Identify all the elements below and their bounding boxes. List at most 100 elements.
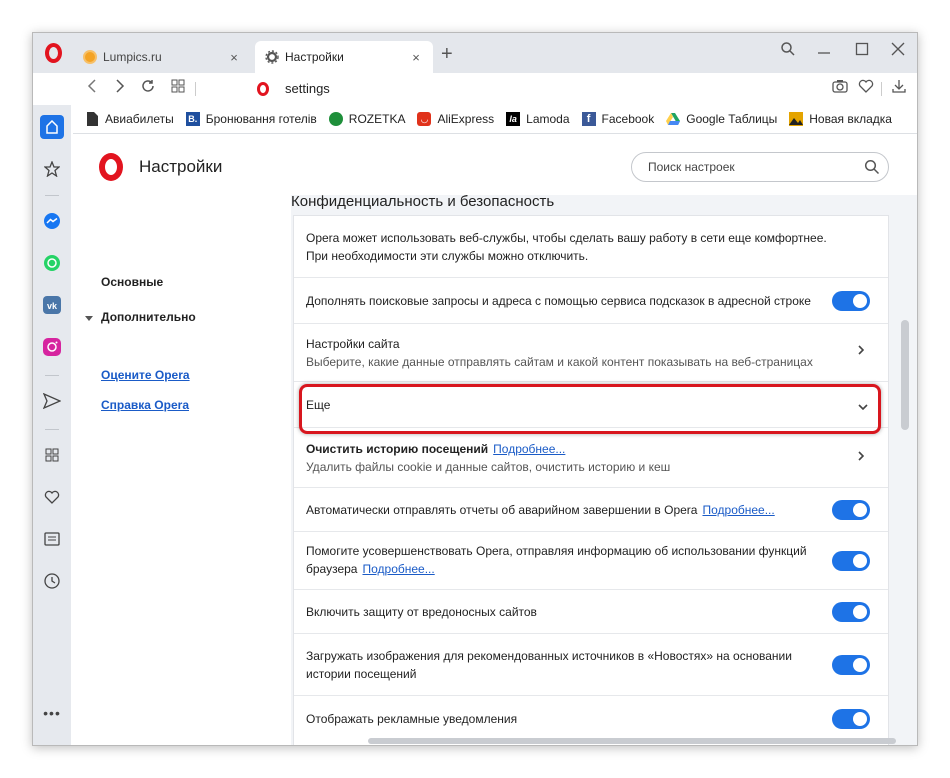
crash-reports-row[interactable]: Автоматически отправлять отчеты об авари… <box>294 488 888 532</box>
opera-menu-button[interactable] <box>39 39 67 67</box>
ads-row[interactable]: Отображать рекламные уведомления <box>294 696 888 742</box>
tab-close-icon[interactable]: × <box>227 50 241 65</box>
bookmark-aviabilety[interactable]: Авиабилеты <box>85 112 174 126</box>
sidebar-send-button[interactable] <box>40 389 64 413</box>
forward-button[interactable] <box>109 79 131 99</box>
chevron-right-icon <box>116 79 125 93</box>
tab-lumpics[interactable]: Lumpics.ru × <box>73 41 251 73</box>
bookmark-label: Lamoda <box>526 112 570 126</box>
bookmark-label: Google Таблицы <box>686 112 778 126</box>
tab-settings[interactable]: Настройки × <box>255 41 433 73</box>
minimize-icon <box>818 52 830 54</box>
back-button[interactable] <box>81 79 103 99</box>
news-icon <box>44 532 60 546</box>
nav-basic[interactable]: Основные <box>101 275 163 289</box>
suggest-row[interactable]: Дополнять поисковые запросы и адреса с п… <box>294 278 888 324</box>
sidebar-vk-button[interactable]: vk <box>40 293 64 317</box>
sidebar-divider <box>45 429 59 430</box>
bookmark-heart-button[interactable] <box>855 79 877 99</box>
rate-opera-link[interactable]: Оцените Opera <box>101 368 190 382</box>
intro-text: Opera может использовать веб-службы, что… <box>306 231 827 263</box>
close-icon <box>891 42 905 56</box>
news-images-toggle[interactable] <box>832 655 870 675</box>
sidebar-history-button[interactable] <box>40 569 64 593</box>
suggest-toggle[interactable] <box>832 291 870 311</box>
section-title: Конфиденциальность и безопасность <box>291 195 555 210</box>
speed-dial-button[interactable] <box>167 79 189 99</box>
page-title: Настройки <box>139 157 223 176</box>
ads-toggle[interactable] <box>832 709 870 729</box>
bookmark-google-sheets[interactable]: Google Таблицы <box>666 112 777 126</box>
heart-icon <box>44 490 60 504</box>
sidebar-messenger-button[interactable] <box>40 209 64 233</box>
malware-toggle[interactable] <box>832 602 870 622</box>
bookmark-aliexpress[interactable]: ◡ AliExpress <box>417 112 494 126</box>
sidebar-whatsapp-button[interactable] <box>40 251 64 275</box>
improve-opera-text: Помогите усовершенствовать Opera, отправ… <box>306 542 818 578</box>
bookmark-label: Facebook <box>601 112 655 126</box>
vertical-scrollbar[interactable] <box>901 320 909 430</box>
sidebar-bookmarks-button[interactable] <box>40 157 64 181</box>
download-icon <box>892 80 906 93</box>
news-images-row[interactable]: Загружать изображения для рекомендованны… <box>294 634 888 696</box>
tab-close-icon[interactable]: × <box>409 50 423 65</box>
downloads-button[interactable] <box>888 79 910 99</box>
crash-reports-toggle[interactable] <box>832 500 870 520</box>
maximize-button[interactable] <box>849 41 875 62</box>
bookmark-lamoda[interactable]: la Lamoda <box>506 112 570 126</box>
opera-logo-icon <box>99 153 123 181</box>
horizontal-scrollbar[interactable] <box>368 738 896 744</box>
bookmark-facebook[interactable]: f Facebook <box>581 112 655 126</box>
close-window-button[interactable] <box>885 41 911 62</box>
search-icon <box>781 42 795 56</box>
tab-title: Lumpics.ru <box>103 50 162 64</box>
vk-icon: vk <box>43 296 61 314</box>
sidebar-favorites-button[interactable] <box>40 485 64 509</box>
improve-opera-row[interactable]: Помогите усовершенствовать Opera, отправ… <box>294 532 888 590</box>
sidebar-more-icon[interactable]: ••• <box>40 701 64 725</box>
google-drive-icon <box>666 112 681 126</box>
help-opera-link[interactable]: Справка Opera <box>101 398 189 412</box>
sidebar-news-button[interactable] <box>40 527 64 551</box>
new-tab-image-icon <box>789 112 804 126</box>
divider <box>195 82 196 96</box>
nav-advanced[interactable]: Дополнительно <box>101 310 196 324</box>
site-settings-row[interactable]: Настройки сайта Выберите, какие данные о… <box>294 324 888 382</box>
clear-history-more-link[interactable]: Подробнее... <box>493 442 565 456</box>
reload-icon <box>142 80 154 92</box>
bookmark-booking[interactable]: B. Бронювання готелів <box>185 112 317 126</box>
privacy-card: Opera может использовать веб-службы, что… <box>293 215 889 745</box>
ads-label: Отображать рекламные уведомления <box>306 712 518 726</box>
site-settings-title: Настройки сайта <box>306 337 400 351</box>
minimize-button[interactable] <box>811 41 837 62</box>
messenger-icon <box>44 213 60 229</box>
lumpics-favicon-icon <box>83 50 97 64</box>
crash-reports-text: Автоматически отправлять отчеты об авари… <box>306 501 818 519</box>
search-icon <box>864 159 880 178</box>
rozetka-icon <box>328 112 343 126</box>
bookmark-new-tab[interactable]: Новая вкладка <box>789 112 892 126</box>
new-tab-button[interactable]: + <box>441 44 453 64</box>
clear-history-text: Очистить историю посещений Подробнее... У… <box>306 440 818 476</box>
document-icon <box>85 112 99 126</box>
settings-content: Конфиденциальность и безопасность Opera … <box>291 195 917 745</box>
bookmark-rozetka[interactable]: ROZETKA <box>328 112 405 126</box>
improve-opera-toggle[interactable] <box>832 551 870 571</box>
crash-reports-more-link[interactable]: Подробнее... <box>702 503 774 517</box>
booking-icon: B. <box>185 112 200 126</box>
sidebar-speed-dial-button[interactable] <box>40 443 64 467</box>
search-placeholder: Поиск настроек <box>648 160 735 174</box>
snapshot-button[interactable] <box>829 79 851 99</box>
easy-setup-button[interactable] <box>913 79 917 99</box>
news-images-label: Загружать изображения для рекомендованны… <box>306 649 792 681</box>
clock-icon <box>44 573 60 589</box>
tab-search-button[interactable] <box>775 41 801 62</box>
url-field[interactable]: settings <box>285 81 330 96</box>
improve-opera-more-link[interactable]: Подробнее... <box>362 562 434 576</box>
sidebar-home-button[interactable] <box>40 115 64 139</box>
settings-search-input[interactable]: Поиск настроек <box>631 152 889 182</box>
reload-button[interactable] <box>137 79 159 99</box>
clear-history-row[interactable]: Очистить историю посещений Подробнее... У… <box>294 428 888 488</box>
malware-row[interactable]: Включить защиту от вредоносных сайтов <box>294 590 888 634</box>
sidebar-instagram-button[interactable] <box>40 335 64 359</box>
